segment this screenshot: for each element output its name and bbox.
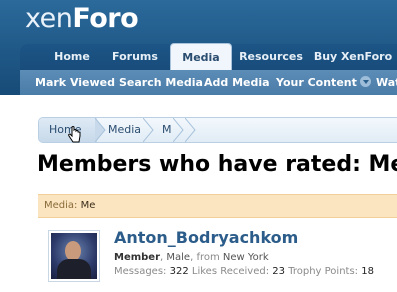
breadcrumb-separator-icon	[143, 118, 154, 142]
tab-resources[interactable]: Resources	[236, 44, 306, 70]
member-info-line: Member, Male, from New York	[114, 252, 269, 263]
avatar-body	[57, 259, 91, 279]
xenforo-logo[interactable]: xenForo	[25, 2, 139, 36]
tab-home[interactable]: Home	[42, 44, 102, 70]
breadcrumb-separator-icon	[185, 118, 196, 142]
tab-media[interactable]: Media	[170, 43, 232, 71]
breadcrumb-me[interactable]: Me	[162, 118, 172, 142]
subnav-watched[interactable]: Wat	[376, 70, 397, 95]
likes-label: Likes Received:	[191, 266, 270, 277]
avatar-face	[65, 241, 81, 261]
nav-tabs: Home Forums Media Resources Buy XenForo	[20, 43, 397, 71]
member-stats-line: Messages: 322 Likes Received: 23 Trophy …	[114, 266, 374, 277]
trophy-points-label: Trophy Points:	[288, 266, 359, 277]
site-header: xenForo Home Forums Media Resources Buy …	[0, 0, 397, 95]
subnav-search-media[interactable]: Search Media	[119, 70, 203, 95]
member-gender: Male	[166, 252, 191, 263]
likes-count: 23	[272, 266, 286, 277]
from-label: from	[196, 252, 220, 263]
member-location: New York	[222, 252, 269, 263]
info-value: Me	[80, 200, 96, 211]
breadcrumb-separator-icon	[95, 118, 106, 142]
breadcrumb-media[interactable]: Media	[108, 118, 141, 142]
sub-navigation: Mark Viewed Search Media Add Media Your …	[20, 70, 397, 95]
chevron-down-icon	[359, 76, 371, 87]
subnav-add-media[interactable]: Add Media	[204, 70, 270, 95]
subnav-your-content[interactable]: Your Content	[276, 70, 371, 95]
subnav-mark-viewed[interactable]: Mark Viewed	[35, 70, 115, 95]
trophy-points-count: 18	[361, 266, 374, 277]
hand-pointer-icon	[68, 126, 81, 143]
your-content-label: Your Content	[276, 76, 357, 89]
info-bar: Media: Me	[38, 194, 397, 218]
member-name-link[interactable]: Anton_Bodryachkom	[114, 228, 298, 247]
member-title: Member	[114, 252, 161, 263]
member-list-item: Anton_Bodryachkom Member, Male, from New…	[38, 218, 397, 292]
logo-text-foro: Foro	[72, 3, 139, 34]
logo-text-xen: xen	[25, 3, 73, 34]
avatar[interactable]	[48, 230, 100, 282]
messages-count: 322	[169, 266, 189, 277]
info-label: Media:	[44, 200, 78, 211]
avatar-image	[51, 233, 97, 279]
breadcrumb: Home Media Me	[38, 117, 397, 143]
page-title: Members who have rated: Me	[37, 152, 397, 177]
breadcrumb-separator-icon	[173, 118, 184, 142]
tab-forums[interactable]: Forums	[104, 44, 166, 70]
messages-label: Messages:	[114, 266, 167, 277]
tab-buy-xenforo[interactable]: Buy XenForo	[312, 44, 394, 70]
